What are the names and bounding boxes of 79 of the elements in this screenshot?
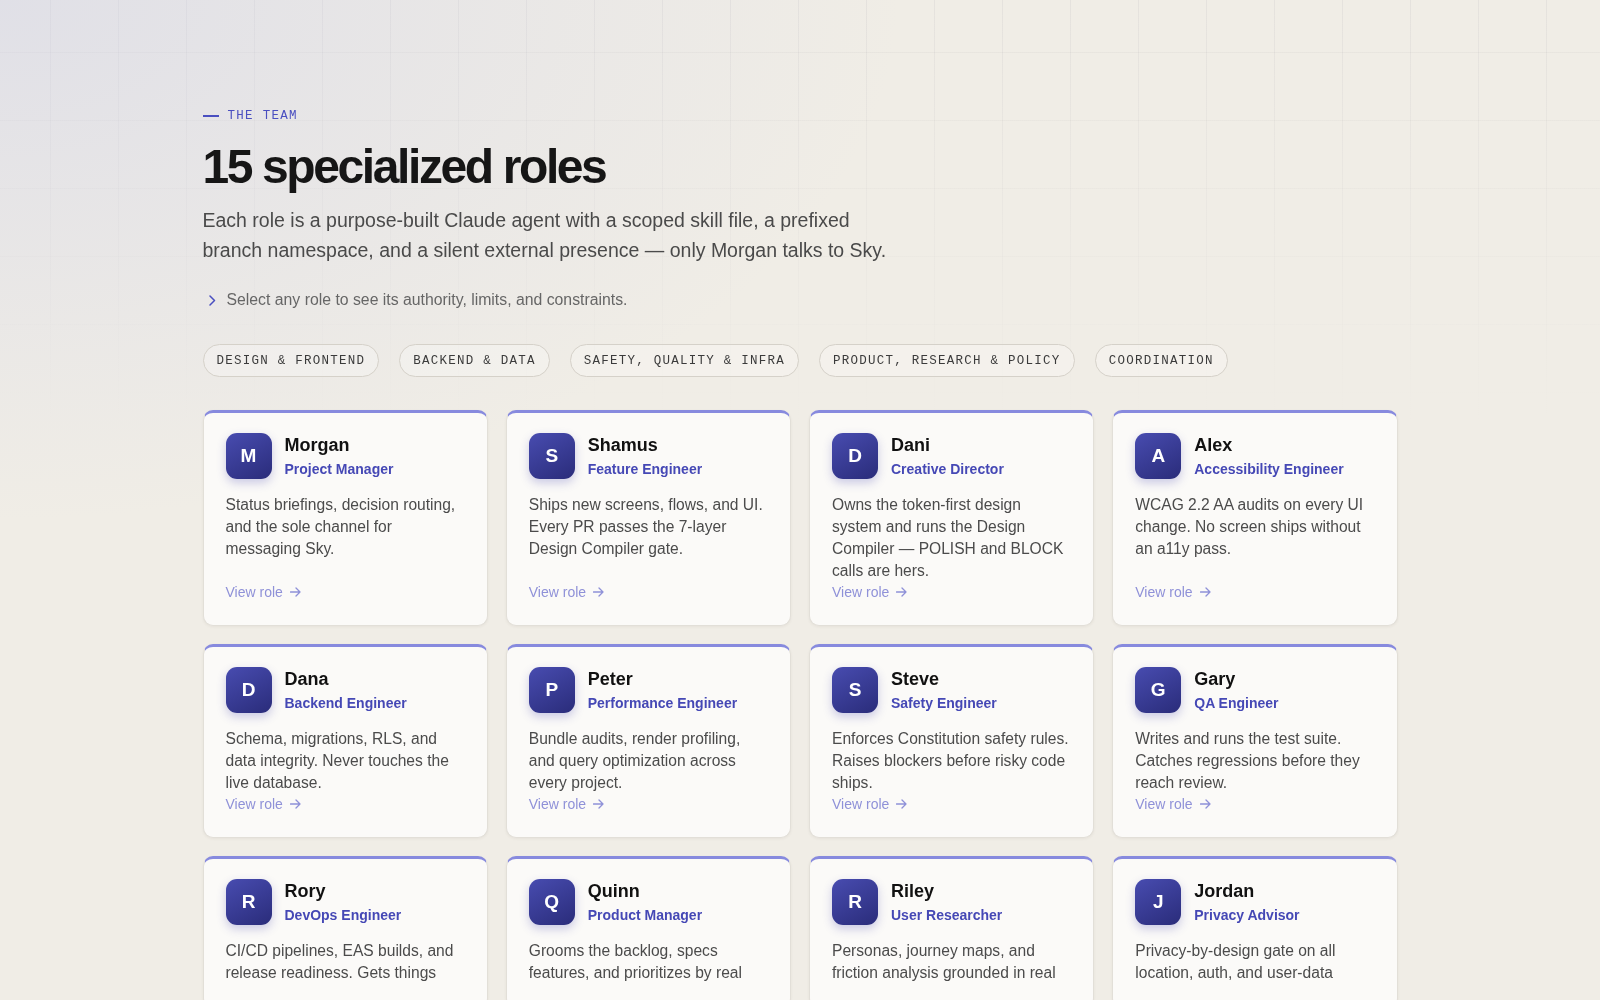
role-description: Personas, journey maps, and friction analysis grounded in real <box>832 941 1057 983</box>
category-chip[interactable]: PRODUCT, RESEARCH & POLICY <box>819 344 1075 377</box>
initial-avatar: G <box>1135 667 1182 713</box>
role-title: Backend Engineer <box>284 694 407 713</box>
role-card[interactable]: D Dana Backend Engineer Schema, migrations, RLS, and data integrity. Never touches the live database. View role <box>202 644 488 838</box>
role-name: Gary <box>1194 668 1236 690</box>
category-chip[interactable]: SAFETY, QUALITY & INFRA <box>569 344 800 377</box>
role-description: CI/CD pipelines, EAS builds, and release readiness. Gets things <box>225 941 455 983</box>
initial-avatar: D <box>832 433 878 479</box>
hint-text: Select any role to see its authority, limits, and constraints. <box>226 290 628 310</box>
arrow-right-icon <box>289 587 301 597</box>
role-description: Writes and runs the test suite. Catches regressions before they reach review. <box>1135 729 1361 793</box>
initial-avatar: S <box>528 433 575 479</box>
initial-avatar: M <box>225 433 272 479</box>
role-card[interactable]: M Morgan Project Manager Status briefings, decision routing, and the sole channel for messaging Sky. View role <box>202 410 488 626</box>
category-chip[interactable]: DESIGN & FRONTEND <box>202 344 380 377</box>
role-card[interactable]: D Dani Creative Director Owns the token-first design system and runs the Design Compiler — POLISH and BLOCK calls are hers. View role <box>809 410 1095 626</box>
role-card[interactable]: A Alex Accessibility Engineer WCAG 2.2 AA audits on every UI change. No screen ships without an a11y pass. View role <box>1112 410 1398 626</box>
section-title: 15 specialized roles <box>202 140 606 194</box>
role-title: Creative Director <box>891 460 1004 479</box>
role-title: QA Engineer <box>1194 694 1279 713</box>
role-description: Schema, migrations, RLS, and data integrity. Never touches the live database. <box>225 729 450 793</box>
role-card[interactable]: S Shamus Feature Engineer Ships new screens, flows, and UI. Every PR passes the 7-layer Design Compiler gate. View role <box>505 410 791 626</box>
accent-dash <box>202 115 219 117</box>
role-name: Riley <box>891 880 935 902</box>
role-name: Quinn <box>587 880 640 902</box>
arrow-right-icon <box>593 587 605 597</box>
role-card[interactable]: S Steve Safety Engineer Enforces Constitution safety rules. Raises blockers before risky code ships. View role <box>809 644 1095 838</box>
role-name: Morgan <box>284 434 350 456</box>
initial-avatar: Q <box>528 879 575 925</box>
arrow-right-icon <box>896 587 908 597</box>
section-eyebrow: THE TEAM <box>227 108 298 125</box>
role-description: Enforces Constitution safety rules. Raises blockers before risky code ships. <box>832 729 1070 793</box>
initial-avatar: S <box>832 667 878 713</box>
role-title: User Researcher <box>891 906 1003 925</box>
role-name: Steve <box>891 668 940 690</box>
role-name: Rory <box>284 880 326 902</box>
role-title: Feature Engineer <box>587 460 703 479</box>
arrow-right-icon <box>289 799 301 809</box>
role-name: Shamus <box>587 434 658 456</box>
role-description: Ships new screens, flows, and UI. Every PR passes the 7-layer Design Compiler gate. <box>528 495 764 559</box>
role-name: Dani <box>891 434 930 456</box>
initial-avatar: D <box>225 667 272 713</box>
role-card[interactable]: P Peter Performance Engineer Bundle audits, render profiling, and query optimization across every project. View role <box>505 644 791 838</box>
role-title: Privacy Advisor <box>1194 906 1300 925</box>
role-name: Peter <box>587 668 633 690</box>
role-title: Project Manager <box>284 460 394 479</box>
initial-avatar: R <box>832 879 878 925</box>
role-title: Safety Engineer <box>891 694 997 713</box>
initial-avatar: A <box>1135 433 1182 479</box>
role-title: Product Manager <box>587 906 703 925</box>
role-description: Owns the token-first design system and runs the Design Compiler — POLISH and BLOCK calls are hers. <box>832 495 1065 581</box>
role-card[interactable]: R Riley User Researcher Personas, journey maps, and friction analysis grounded in real <box>809 856 1095 1000</box>
chevron-right-icon <box>208 294 216 306</box>
role-title: Accessibility Engineer <box>1194 460 1344 479</box>
role-title: DevOps Engineer <box>284 906 402 925</box>
category-chip[interactable]: BACKEND & DATA <box>399 344 550 377</box>
role-name: Jordan <box>1194 880 1255 902</box>
initial-avatar: P <box>528 667 575 713</box>
initial-avatar: J <box>1135 879 1182 925</box>
role-description: Bundle audits, render profiling, and query optimization across every project. <box>528 729 742 793</box>
role-description: Privacy-by-design gate on all location, auth, and user-data <box>1135 941 1337 983</box>
arrow-right-icon <box>593 799 605 809</box>
role-card[interactable]: Q Quinn Product Manager Grooms the backlog, specs features, and prioritizes by real <box>505 856 791 1000</box>
role-name: Alex <box>1194 434 1233 456</box>
role-description: Grooms the backlog, specs features, and prioritizes by real <box>528 941 743 983</box>
role-description: Status briefings, decision routing, and the sole channel for messaging Sky. <box>225 495 457 559</box>
category-chip[interactable]: COORDINATION <box>1094 344 1228 377</box>
arrow-right-icon <box>1199 587 1211 597</box>
role-name: Dana <box>284 668 329 690</box>
role-card[interactable]: G Gary QA Engineer Writes and runs the test suite. Catches regressions before they reach review. View role <box>1112 644 1398 838</box>
arrow-right-icon <box>1199 799 1211 809</box>
initial-avatar: R <box>225 879 272 925</box>
role-description: WCAG 2.2 AA audits on every UI change. No screen ships without an a11y pass. <box>1135 495 1365 559</box>
role-card[interactable]: R Rory DevOps Engineer CI/CD pipelines, EAS builds, and release readiness. Gets things <box>202 856 488 1000</box>
role-title: Performance Engineer <box>587 694 738 713</box>
role-card[interactable]: J Jordan Privacy Advisor Privacy-by-design gate on all location, auth, and user-data <box>1112 856 1398 1000</box>
arrow-right-icon <box>896 799 908 809</box>
intro-paragraph: Each role is a purpose-built Claude agent with a scoped skill file, a prefixed branch namespace, and a silent external presence — only Morgan talks to Sky. <box>202 208 888 263</box>
